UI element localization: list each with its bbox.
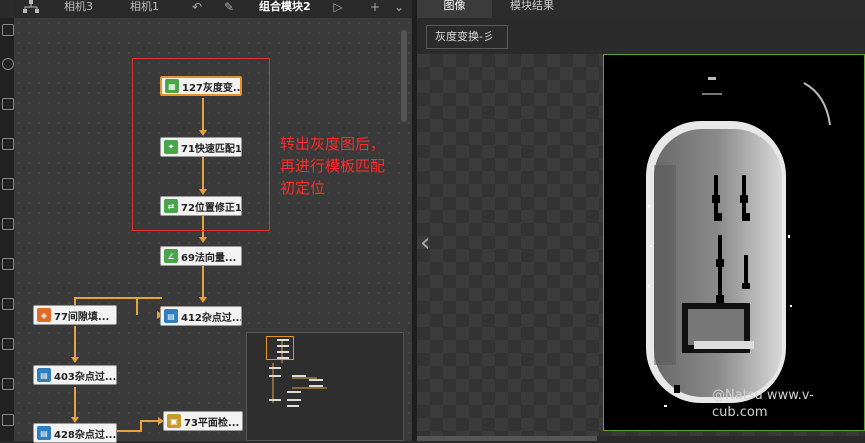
plane-check-icon: ▣ — [167, 414, 181, 428]
node-69-normal-vector[interactable]: ∠ 69法向量... — [160, 246, 242, 266]
tool-icon[interactable] — [2, 378, 14, 390]
tool-icon[interactable] — [2, 298, 14, 310]
undo-icon[interactable]: ↶ — [186, 0, 208, 18]
node-428-noise-filter[interactable]: ▤ 428杂点过... — [33, 423, 117, 443]
noise-filter-icon: ▤ — [37, 368, 51, 382]
tool-icon[interactable] — [2, 24, 14, 36]
node-label: 127灰度变... — [182, 82, 242, 94]
node-71-fast-match[interactable]: ⌖ 71快速匹配1 — [160, 137, 242, 157]
left-tool-strip — [0, 18, 14, 441]
node-77-gap-fill[interactable]: ◈ 77间隙填... — [33, 305, 117, 325]
match-icon: ⌖ — [164, 140, 178, 154]
tab-combined-module2[interactable]: 组合模块2 — [259, 0, 311, 18]
noise-filter-icon: ▤ — [164, 309, 178, 323]
flow-tab-bar: 相机3 相机1 ↶ ✎ 组合模块2 ▷ + ⌄ — [14, 0, 412, 18]
node-label: 77间隙填... — [54, 311, 110, 323]
tool-icon[interactable] — [2, 258, 14, 270]
chevron-left-icon[interactable]: ‹ — [420, 230, 430, 256]
add-icon[interactable]: + — [364, 0, 386, 18]
node-label: 403杂点过... — [54, 371, 117, 383]
node-label: 72位置修正1 — [181, 202, 242, 214]
grayscale-image[interactable] — [603, 54, 865, 431]
result-tab-bar: 图像 模块结果 — [417, 0, 865, 18]
edge-arrow — [71, 357, 79, 363]
node-72-position-fix[interactable]: ⇄ 72位置修正1 — [160, 196, 242, 216]
chevron-down-icon[interactable]: ⌄ — [388, 0, 410, 18]
node-label: 412杂点过... — [181, 312, 242, 324]
edge — [136, 297, 138, 315]
tool-icon[interactable] — [2, 338, 14, 350]
tool-icon[interactable] — [2, 218, 14, 230]
node-73-plane-check[interactable]: ▣ 73平面检... — [163, 411, 243, 431]
horizontal-scrollbar[interactable] — [417, 436, 597, 441]
watermark: @Natsu www.v-cub.com — [712, 388, 814, 420]
tool-icon[interactable] — [2, 414, 14, 426]
image-source-select[interactable]: 灰度变换-彡 — [426, 25, 508, 49]
edge — [74, 297, 162, 299]
edge — [140, 420, 160, 422]
minimap-viewport[interactable] — [266, 336, 294, 360]
tool-icon[interactable] — [2, 178, 14, 190]
wrench-icon[interactable]: ✎ — [218, 0, 240, 18]
node-label: 69法向量... — [181, 252, 237, 264]
node-127-grayscale[interactable]: ▦ 127灰度变... — [160, 76, 242, 96]
node-412-noise-filter[interactable]: ▤ 412杂点过... — [160, 306, 242, 326]
edge — [116, 430, 140, 432]
vertical-scrollbar[interactable] — [401, 30, 407, 122]
normal-vector-icon: ∠ — [164, 249, 178, 263]
tool-icon[interactable] — [2, 98, 14, 110]
noise-filter-icon: ▤ — [37, 426, 51, 440]
tool-icon[interactable] — [2, 138, 14, 150]
tab-image[interactable]: 图像 — [417, 0, 492, 18]
edge-arrow — [199, 297, 207, 303]
node-label: 428杂点过... — [54, 429, 117, 441]
annotation-text: 转出灰度图后， 再进行模板匹配 初定位 — [280, 135, 386, 197]
grayscale-icon: ▦ — [165, 79, 179, 93]
gap-fill-icon: ◈ — [37, 308, 51, 322]
hierarchy-icon[interactable] — [20, 0, 42, 18]
tool-icon[interactable] — [2, 58, 14, 70]
node-label: 71快速匹配1 — [181, 143, 242, 155]
tab-camera3[interactable]: 相机3 — [64, 0, 93, 18]
edge — [202, 266, 204, 298]
node-403-noise-filter[interactable]: ▤ 403杂点过... — [33, 365, 117, 385]
edge — [74, 297, 76, 305]
tab-camera1[interactable]: 相机1 — [130, 0, 159, 18]
edge — [74, 387, 76, 419]
position-fix-icon: ⇄ — [164, 199, 178, 213]
edge — [74, 326, 76, 359]
play-icon[interactable]: ▷ — [327, 0, 349, 18]
node-label: 73平面检... — [184, 417, 240, 429]
edge-arrow — [199, 237, 207, 243]
tab-module-result[interactable]: 模块结果 — [492, 0, 572, 18]
